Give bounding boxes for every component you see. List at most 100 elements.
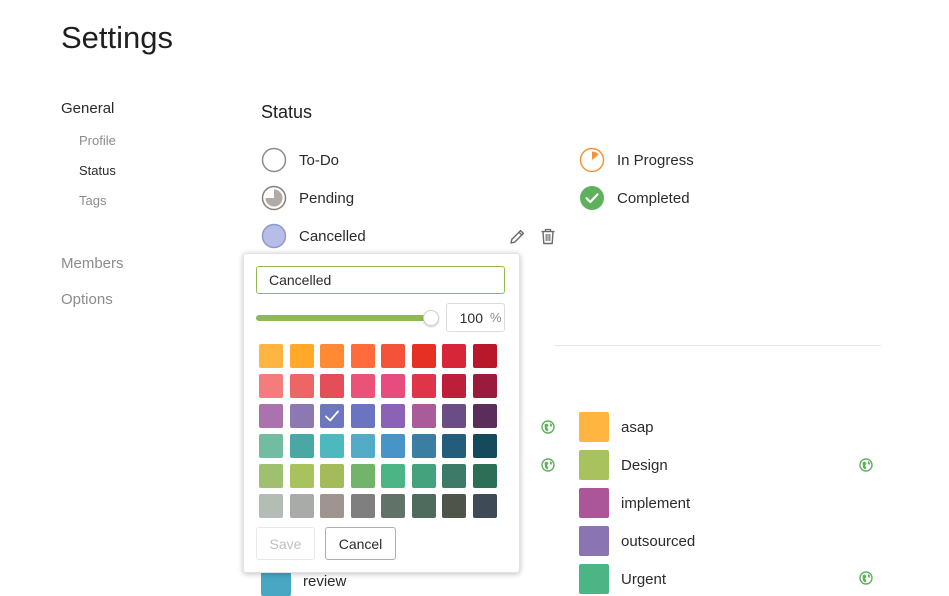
color-swatch[interactable] [442,494,466,518]
nav-item-tags[interactable]: Tags [79,193,106,208]
color-swatch[interactable] [289,374,314,398]
color-swatch[interactable] [381,464,405,488]
filled-circle-icon [261,223,287,249]
color-swatch[interactable] [320,434,344,458]
color-swatch[interactable] [320,464,344,488]
color-swatch-selected[interactable] [320,404,344,428]
tag-item-urgent[interactable]: Urgent [579,564,666,594]
color-swatch[interactable] [472,434,497,458]
color-swatch[interactable] [442,404,466,428]
edit-pencil-icon[interactable] [509,228,526,245]
color-swatch[interactable] [472,494,497,518]
color-swatch[interactable] [472,374,497,398]
color-swatch[interactable] [411,434,436,458]
color-swatch[interactable] [472,344,497,368]
tag-color-swatch [579,564,609,594]
status-label: Cancelled [299,227,366,245]
save-button[interactable]: Save [256,527,315,560]
color-swatch[interactable] [289,404,314,428]
nav-options[interactable]: Options [61,291,113,308]
status-item-in-progress[interactable]: In Progress [579,147,694,173]
color-swatch[interactable] [411,344,436,368]
nav-item-profile[interactable]: Profile [79,133,116,148]
status-item-completed[interactable]: Completed [579,185,690,211]
tag-item-design[interactable]: Design [579,450,668,480]
color-swatch[interactable] [472,404,497,428]
color-swatch[interactable] [411,494,436,518]
opacity-slider-thumb[interactable] [423,310,439,326]
nav-item-status[interactable]: Status [79,163,116,178]
color-swatch[interactable] [350,374,375,398]
status-label: In Progress [617,151,694,169]
opacity-slider-fill [256,315,430,321]
status-section-title: Status [261,102,313,122]
color-swatch[interactable] [289,344,314,368]
color-swatch[interactable] [259,344,283,368]
color-swatch[interactable] [472,464,497,488]
color-swatch[interactable] [259,374,283,398]
color-swatch[interactable] [381,494,405,518]
color-swatch[interactable] [442,434,466,458]
color-swatch[interactable] [350,404,375,428]
status-name-input[interactable] [256,266,505,294]
tag-color-swatch [579,526,609,556]
status-item-cancelled[interactable]: Cancelled [261,223,366,249]
color-swatch[interactable] [320,494,344,518]
color-swatch[interactable] [289,464,314,488]
tag-item-outsourced[interactable]: outsourced [579,526,695,556]
cancel-button[interactable]: Cancel [325,527,396,560]
color-swatch[interactable] [350,464,375,488]
color-swatch[interactable] [381,344,405,368]
color-swatch[interactable] [411,464,436,488]
check-circle-icon [580,186,604,210]
checkmark-icon [325,410,339,422]
color-swatch[interactable] [320,344,344,368]
tag-color-swatch [579,488,609,518]
color-swatch[interactable] [411,374,436,398]
pie-circle-icon [261,185,287,211]
tag-label: Design [621,456,668,474]
opacity-input[interactable]: 100 % [446,303,505,332]
section-divider [555,345,881,346]
color-swatch[interactable] [289,434,314,458]
empty-circle-icon [261,147,287,173]
color-swatch[interactable] [259,464,283,488]
color-swatch[interactable] [442,344,466,368]
color-swatch[interactable] [350,494,375,518]
tag-item-implement[interactable]: implement [579,488,690,518]
status-label: Completed [617,189,690,207]
color-swatch[interactable] [259,404,283,428]
globe-icon [541,458,555,472]
color-swatch[interactable] [259,434,283,458]
tag-label: Urgent [621,570,667,588]
page-title: Settings [61,20,174,55]
tag-color-swatch [579,412,609,442]
tag-item-asap[interactable]: asap [579,412,654,442]
globe-icon [541,420,555,434]
color-swatch[interactable] [381,434,405,458]
color-swatch[interactable] [350,434,375,458]
status-item-todo[interactable]: To-Do [261,147,339,173]
color-swatch[interactable] [442,464,466,488]
tag-label: implement [621,494,691,512]
color-swatch[interactable] [350,344,375,368]
status-item-pending[interactable]: Pending [261,185,354,211]
opacity-slider[interactable] [256,310,439,326]
nav-general[interactable]: General [61,100,114,117]
nav-members[interactable]: Members [61,255,124,272]
tag-color-swatch [579,450,609,480]
tag-label: review [303,572,347,590]
color-palette [259,344,497,518]
color-swatch[interactable] [289,494,314,518]
color-swatch[interactable] [411,404,436,428]
opacity-unit: % [490,310,502,325]
color-swatch[interactable] [381,374,405,398]
status-label: Pending [299,189,355,207]
color-swatch[interactable] [442,374,466,398]
progress-circle-icon [579,147,605,173]
color-swatch[interactable] [320,374,344,398]
color-swatch[interactable] [381,404,405,428]
color-swatch[interactable] [259,494,283,518]
tag-label: asap [621,418,654,436]
trash-icon[interactable] [540,228,556,245]
